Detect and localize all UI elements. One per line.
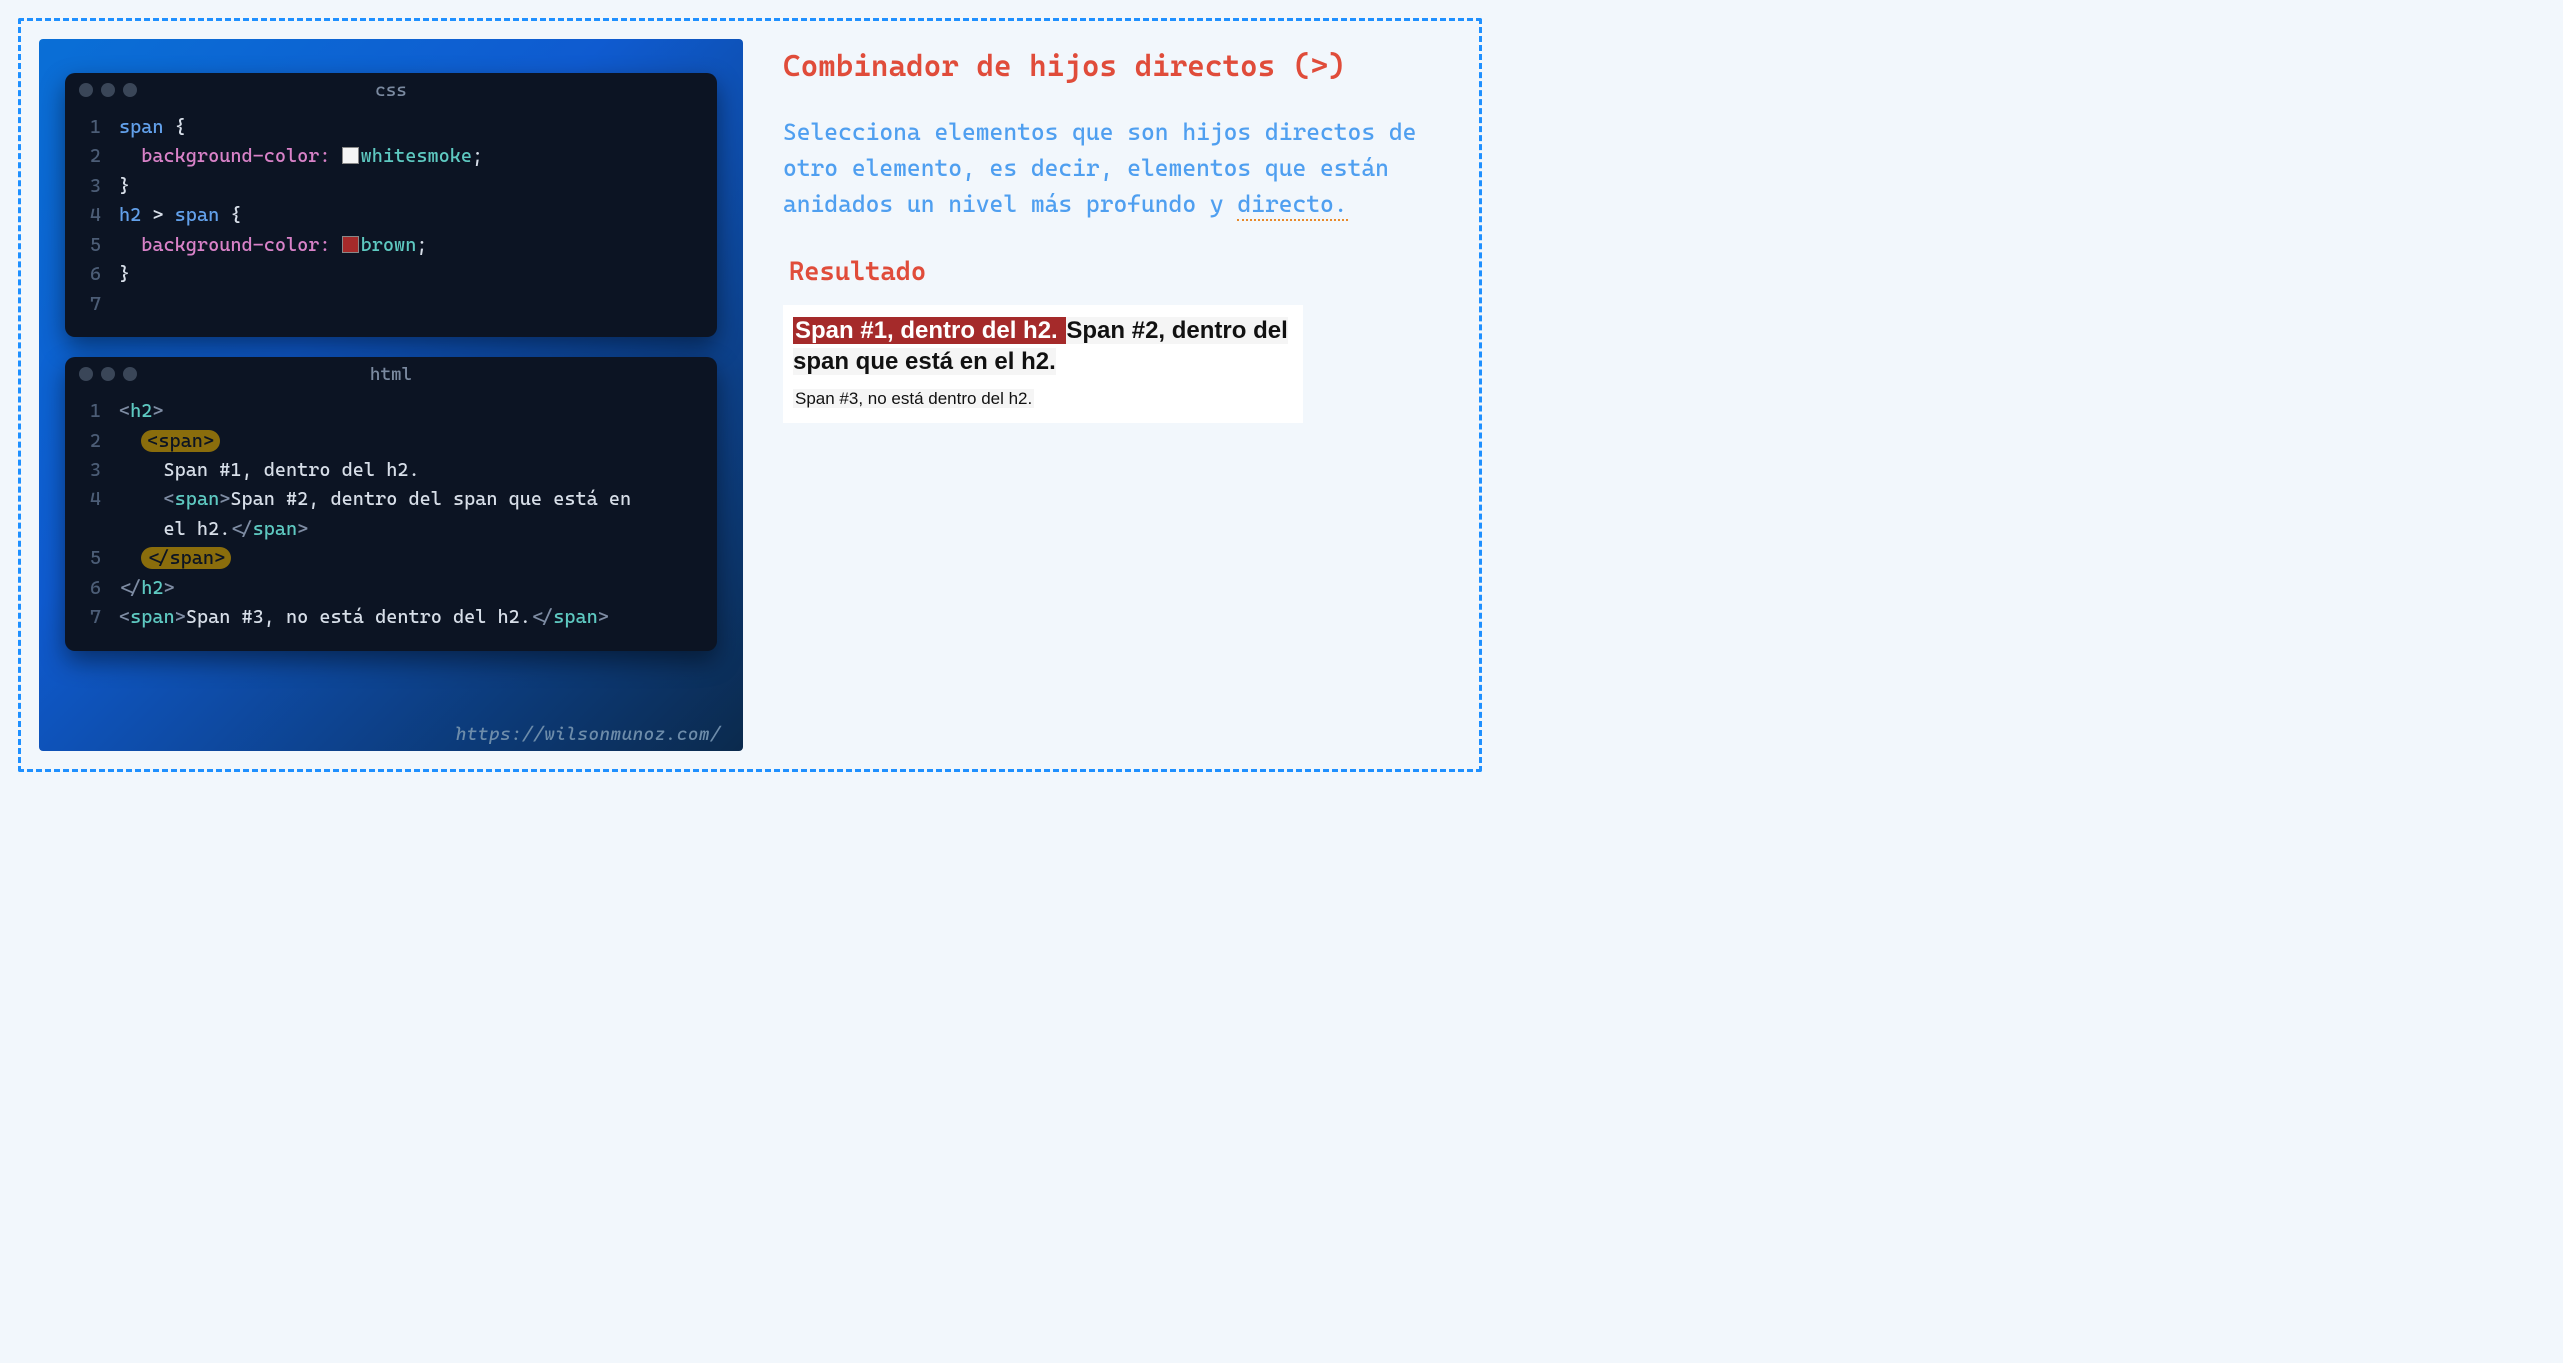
code-line: 1 span { xyxy=(73,113,701,142)
code-content: <h2> xyxy=(119,397,164,426)
result-heading: Span #1, dentro del h2. Span #2, dentro … xyxy=(793,315,1293,377)
line-number: 3 xyxy=(73,456,101,485)
code-line: 3 Span #1, dentro del h2. xyxy=(73,456,701,485)
code-line: el h2.</span> xyxy=(73,515,701,544)
code-content: } xyxy=(119,172,130,201)
code-line: 4 h2 > span { xyxy=(73,201,701,230)
section-title: Combinador de hijos directos (>) xyxy=(783,47,1461,88)
watermark: https://wilsonmunoz.com/ xyxy=(456,724,721,745)
line-number: 3 xyxy=(73,172,101,201)
code-content: el h2.</span> xyxy=(119,515,308,544)
code-content: <span>Span #3, no está dentro del h2.</s… xyxy=(119,603,609,632)
css-editor: css 1span {2 background-color: whitesmok… xyxy=(65,73,717,337)
code-content: span { xyxy=(119,113,186,142)
css-editor-title: css xyxy=(65,80,717,101)
line-number: 7 xyxy=(73,603,101,632)
highlight: </span> xyxy=(141,547,231,569)
html-editor-header: html xyxy=(65,357,717,387)
line-number: 2 xyxy=(73,427,101,456)
line-number xyxy=(73,515,101,544)
code-content: background-color: brown; xyxy=(119,231,427,260)
result-title: Resultado xyxy=(789,257,1461,287)
color-swatch-icon xyxy=(342,236,359,253)
line-number: 5 xyxy=(73,544,101,573)
code-line: 6} xyxy=(73,260,701,289)
result-span3: Span #3, no está dentro del h2. xyxy=(793,389,1034,408)
code-line: 1 <h2> xyxy=(73,397,701,426)
code-content: Span #1, dentro del h2. xyxy=(119,456,420,485)
code-content: <span>Span #2, dentro del span que está … xyxy=(119,485,631,514)
line-number: 1 xyxy=(73,397,101,426)
css-editor-header: css xyxy=(65,73,717,103)
color-swatch-icon xyxy=(342,147,359,164)
code-content: <span> xyxy=(119,427,220,456)
line-number: 6 xyxy=(73,260,101,289)
code-content: h2 > span { xyxy=(119,201,241,230)
css-editor-body: 1span {2 background-color: whitesmoke;3}… xyxy=(65,103,717,337)
code-content: } xyxy=(119,260,130,289)
code-line: 5 background-color: brown; xyxy=(73,231,701,260)
code-line: 3} xyxy=(73,172,701,201)
result-span1: Span #1, dentro del h2. xyxy=(793,317,1066,344)
code-stack: css 1span {2 background-color: whitesmok… xyxy=(39,39,743,751)
line-number: 4 xyxy=(73,485,101,514)
line-number: 1 xyxy=(73,113,101,142)
html-editor-title: html xyxy=(65,364,717,385)
code-line: 5 </span> xyxy=(73,544,701,573)
code-line: 2 <span> xyxy=(73,427,701,456)
line-number: 4 xyxy=(73,201,101,230)
page: css 1span {2 background-color: whitesmok… xyxy=(0,0,1500,790)
line-number: 7 xyxy=(73,290,101,319)
desc-underlined: directo. xyxy=(1237,190,1347,221)
code-content: </span> xyxy=(119,544,231,573)
code-line: 7 <span>Span #3, no está dentro del h2.</… xyxy=(73,603,701,632)
code-line: 4 <span>Span #2, dentro del span que est… xyxy=(73,485,701,514)
result-preview: Span #1, dentro del h2. Span #2, dentro … xyxy=(783,305,1303,423)
line-number: 6 xyxy=(73,574,101,603)
line-number: 2 xyxy=(73,142,101,171)
html-editor: html 1<h2>2 <span>3 Span #1, dentro del … xyxy=(65,357,717,651)
code-content: </h2> xyxy=(119,574,175,603)
html-editor-body: 1<h2>2 <span>3 Span #1, dentro del h2.4 … xyxy=(65,387,717,651)
code-line: 6 </h2> xyxy=(73,574,701,603)
section-description: Selecciona elementos que son hijos direc… xyxy=(783,114,1461,223)
code-line: 2 background-color: whitesmoke; xyxy=(73,142,701,171)
code-line: 7 xyxy=(73,290,701,319)
highlight: <span> xyxy=(141,430,220,452)
code-content: background-color: whitesmoke; xyxy=(119,142,483,171)
explanation: Combinador de hijos directos (>) Selecci… xyxy=(783,39,1461,751)
line-number: 5 xyxy=(73,231,101,260)
dashed-frame: css 1span {2 background-color: whitesmok… xyxy=(18,18,1482,772)
